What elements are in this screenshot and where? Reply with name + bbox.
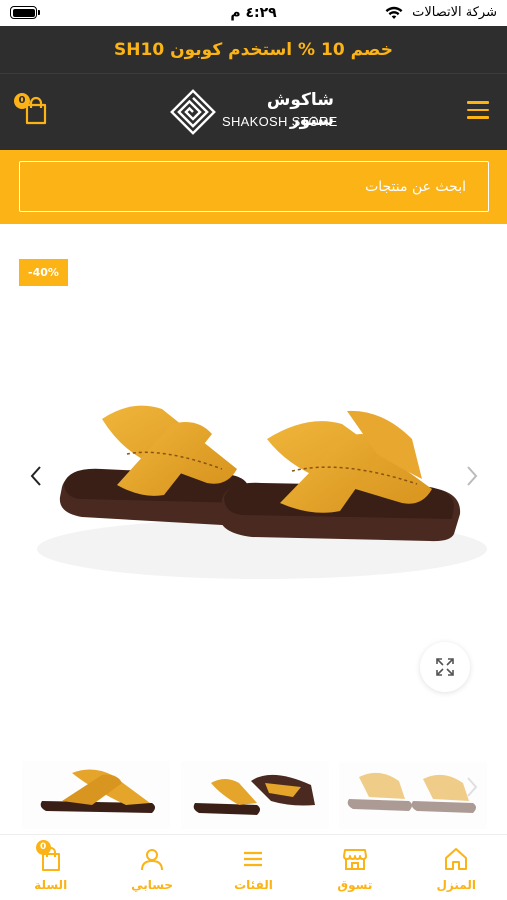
nav-categories[interactable]: الفئات <box>208 835 298 900</box>
sandal-thumb-image <box>193 774 315 815</box>
app-header: شاكوش ستور SHAKOSH STORE <box>0 74 507 150</box>
nav-home[interactable]: المنزل <box>411 835 501 900</box>
thumbnail-strip <box>22 761 487 834</box>
thumbnail-1[interactable] <box>22 761 170 829</box>
nav-cart-badge: 0 <box>35 840 51 855</box>
nav-home-label: المنزل <box>436 878 476 892</box>
product-gallery: -40% <box>0 224 507 834</box>
expand-icon <box>436 658 454 676</box>
nav-shop[interactable]: تسوق <box>310 835 400 900</box>
thumbnail-3[interactable] <box>339 761 487 829</box>
store-logo[interactable]: شاكوش ستور SHAKOSH STORE <box>170 88 340 136</box>
product-main-image[interactable] <box>22 399 487 639</box>
thumbnail-2[interactable] <box>180 761 329 829</box>
discount-badge: -40% <box>19 259 68 286</box>
bottom-navigation: المنزل تسوق الفئات حسابي 0 السلة <box>0 834 507 900</box>
home-icon <box>445 848 468 870</box>
logo-english-text: SHAKOSH STORE <box>222 114 338 129</box>
sandal-thumb-image <box>347 772 476 813</box>
nav-categories-label: الفئات <box>234 878 273 892</box>
menu-icon <box>244 851 263 867</box>
user-icon <box>141 849 164 871</box>
sandal-thumb-image <box>40 769 155 813</box>
header-cart-badge: 0 <box>14 93 30 109</box>
sandal-photo <box>37 405 487 579</box>
promo-bar: خصم 10 % استخدم كوبون SH10 <box>0 26 507 74</box>
search-placeholder: ابحث عن منتجات <box>365 178 466 195</box>
status-bar: ٤:٢٩ م شركة الاتصالات <box>0 0 507 26</box>
nav-account-label: حسابي <box>131 878 174 892</box>
carrier-name: شركة الاتصالات <box>412 5 497 20</box>
search-band: ابحث عن منتجات <box>0 150 507 224</box>
zoom-button[interactable] <box>420 642 470 692</box>
search-input[interactable]: ابحث عن منتجات <box>19 161 489 212</box>
nav-cart[interactable]: 0 السلة <box>6 835 96 900</box>
nav-shop-label: تسوق <box>337 878 373 892</box>
hamburger-menu-icon[interactable] <box>467 101 489 119</box>
logo-mark-icon <box>170 89 216 135</box>
store-icon <box>342 849 367 870</box>
nav-cart-label: السلة <box>34 878 68 892</box>
nav-account[interactable]: حسابي <box>107 835 197 900</box>
promo-text: خصم 10 % استخدم كوبون SH10 <box>114 39 393 60</box>
wifi-icon <box>385 6 403 19</box>
